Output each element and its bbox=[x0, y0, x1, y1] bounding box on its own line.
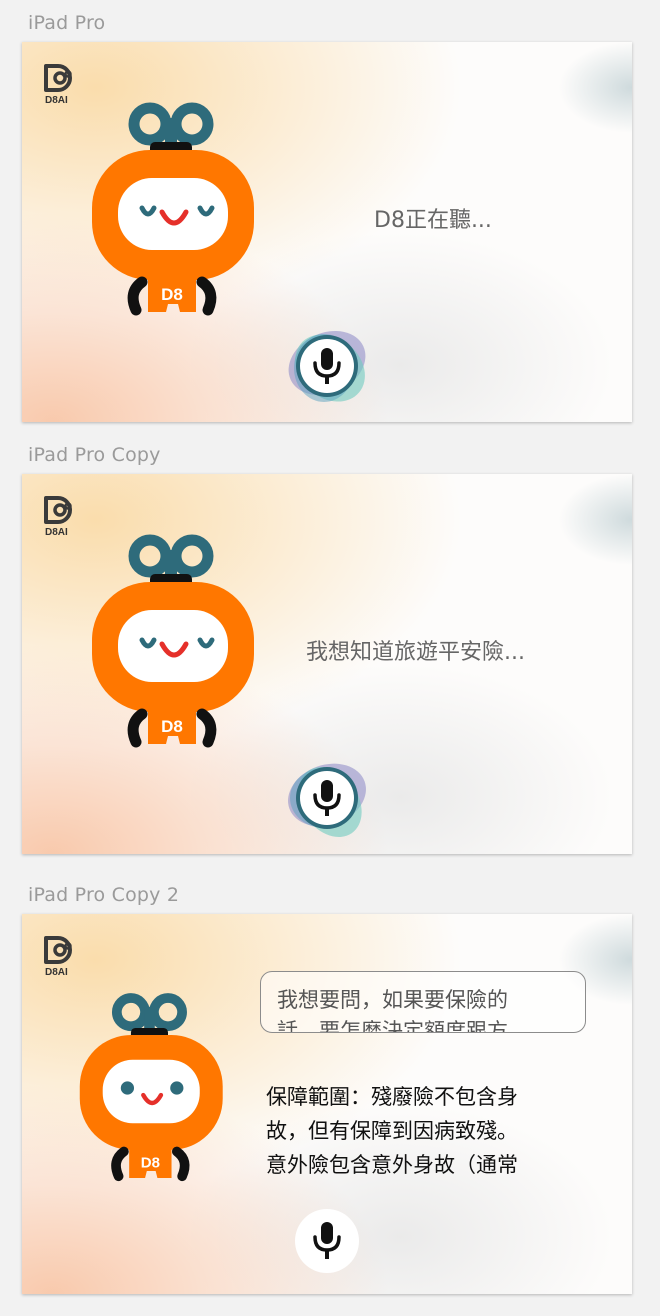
answer-line: 保障範圍：殘廢險不包含身 bbox=[266, 1085, 518, 1109]
logo-text: D8AI bbox=[45, 527, 68, 538]
microphone-button[interactable] bbox=[282, 320, 372, 410]
user-question-bubble: 我想要問，如果要保險的 話，要怎麼決定額度跟方 bbox=[260, 971, 586, 1033]
question-line: 話，要怎麼決定額度跟方 bbox=[277, 1019, 508, 1033]
microphone-button[interactable] bbox=[282, 752, 372, 842]
d8ai-logo: D8AI bbox=[42, 934, 78, 978]
d8ai-logo: D8AI bbox=[42, 62, 78, 106]
ipad-frame-transcribing: D8AI D8 我想知道旅遊平安險... bbox=[22, 474, 632, 854]
robot-badge: D8 bbox=[141, 1154, 160, 1171]
microphone-button[interactable] bbox=[282, 1196, 372, 1286]
robot-badge: D8 bbox=[161, 717, 183, 736]
listening-status-text: D8正在聽... bbox=[374, 208, 492, 233]
robot-mascot-icon: D8 bbox=[92, 534, 254, 748]
transcript-status-text: 我想知道旅遊平安險... bbox=[306, 640, 525, 665]
d8ai-logo: D8AI bbox=[42, 494, 78, 538]
answer-line: 故，但有保障到因病致殘。 bbox=[266, 1119, 518, 1143]
d8ai-logo-icon bbox=[44, 936, 72, 964]
robot-mascot-icon: D8 bbox=[79, 993, 223, 1182]
logo-text: D8AI bbox=[45, 967, 68, 978]
d8ai-logo-icon bbox=[44, 496, 72, 524]
d8ai-logo-icon bbox=[44, 64, 72, 92]
robot-badge: D8 bbox=[161, 285, 183, 304]
frame-label-ipad-pro-copy: iPad Pro Copy bbox=[28, 444, 161, 466]
robot-mascot-icon: D8 bbox=[92, 102, 254, 316]
ipad-frame-answer: D8AI D8 我想要問，如果要保險的 話，要怎麼決定額度跟方 保障範圍：殘廢險… bbox=[22, 914, 632, 1294]
assistant-answer-text: 保障範圍：殘廢險不包含身 故，但有保障到因病致殘。 意外險包含意外身故（通常 bbox=[266, 1080, 596, 1182]
question-line: 我想要問，如果要保險的 bbox=[277, 988, 508, 1012]
answer-line: 意外險包含意外身故（通常 bbox=[266, 1153, 518, 1177]
logo-text: D8AI bbox=[45, 95, 68, 106]
frame-label-ipad-pro-copy-2: iPad Pro Copy 2 bbox=[28, 884, 180, 906]
frame-label-ipad-pro: iPad Pro bbox=[28, 12, 106, 34]
ipad-frame-listening: D8AI D8 D8正在聽... bbox=[22, 42, 632, 422]
